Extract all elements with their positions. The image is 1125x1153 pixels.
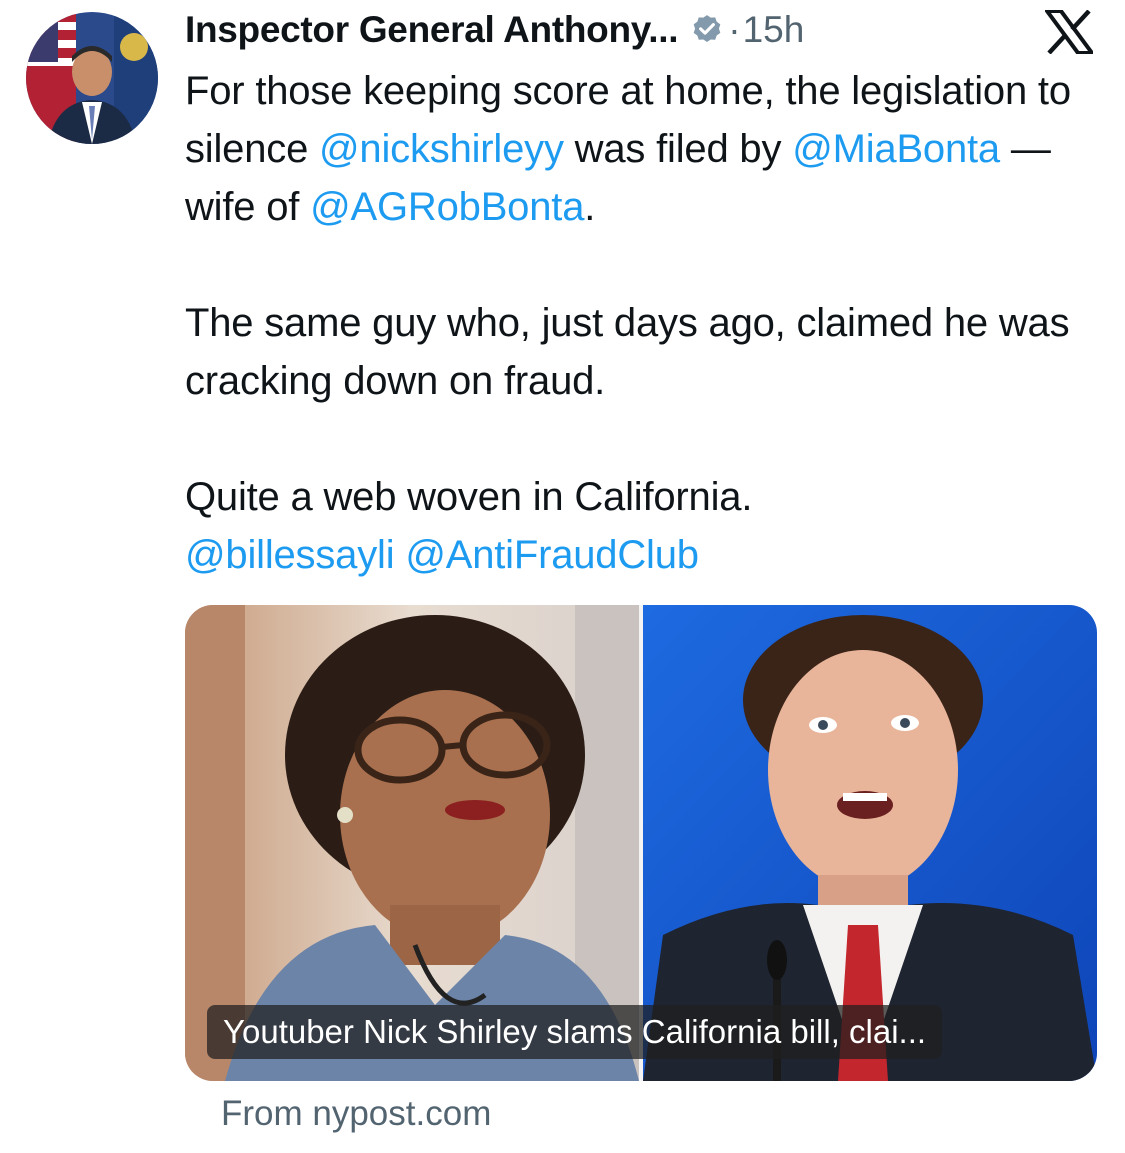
tweet-paragraph-1: For those keeping score at home, the leg…: [185, 62, 1095, 236]
author-name[interactable]: Inspector General Anthony...: [185, 9, 679, 51]
header-separator: ·: [728, 9, 741, 50]
card-title[interactable]: Youtuber Nick Shirley slams California b…: [207, 1005, 943, 1059]
profile-photo: [26, 12, 158, 144]
tweet-text-segment: was filed by: [563, 127, 793, 171]
link-preview-card[interactable]: Youtuber Nick Shirley slams California b…: [185, 605, 1097, 1081]
tweet-header: Inspector General Anthony... · 15h: [185, 4, 804, 56]
tweet-mentions-line: @billessayli @AntiFraudClub: [185, 526, 1095, 584]
tweet-paragraph-3: Quite a web woven in California.: [185, 475, 753, 519]
card-source[interactable]: From nypost.com: [221, 1094, 491, 1134]
mention-miabonta[interactable]: @MiaBonta: [792, 127, 1000, 171]
mention-nickshirleyy[interactable]: @nickshirleyy: [319, 127, 564, 171]
tweet-body: For those keeping score at home, the leg…: [185, 62, 1095, 584]
x-logo-icon: [1043, 9, 1096, 55]
mention-agrobbonta[interactable]: @AGRobBonta: [310, 185, 584, 229]
mention-antifraudclub[interactable]: @AntiFraudClub: [405, 533, 699, 577]
author-avatar[interactable]: [26, 12, 158, 144]
verified-badge-icon[interactable]: [690, 13, 724, 47]
mention-billessayli[interactable]: @billessayli: [185, 533, 395, 577]
tweet-paragraph-2: The same guy who, just days ago, claimed…: [185, 301, 1070, 403]
tweet-text-segment: .: [584, 185, 596, 229]
tweet-timestamp[interactable]: 15h: [743, 9, 805, 51]
